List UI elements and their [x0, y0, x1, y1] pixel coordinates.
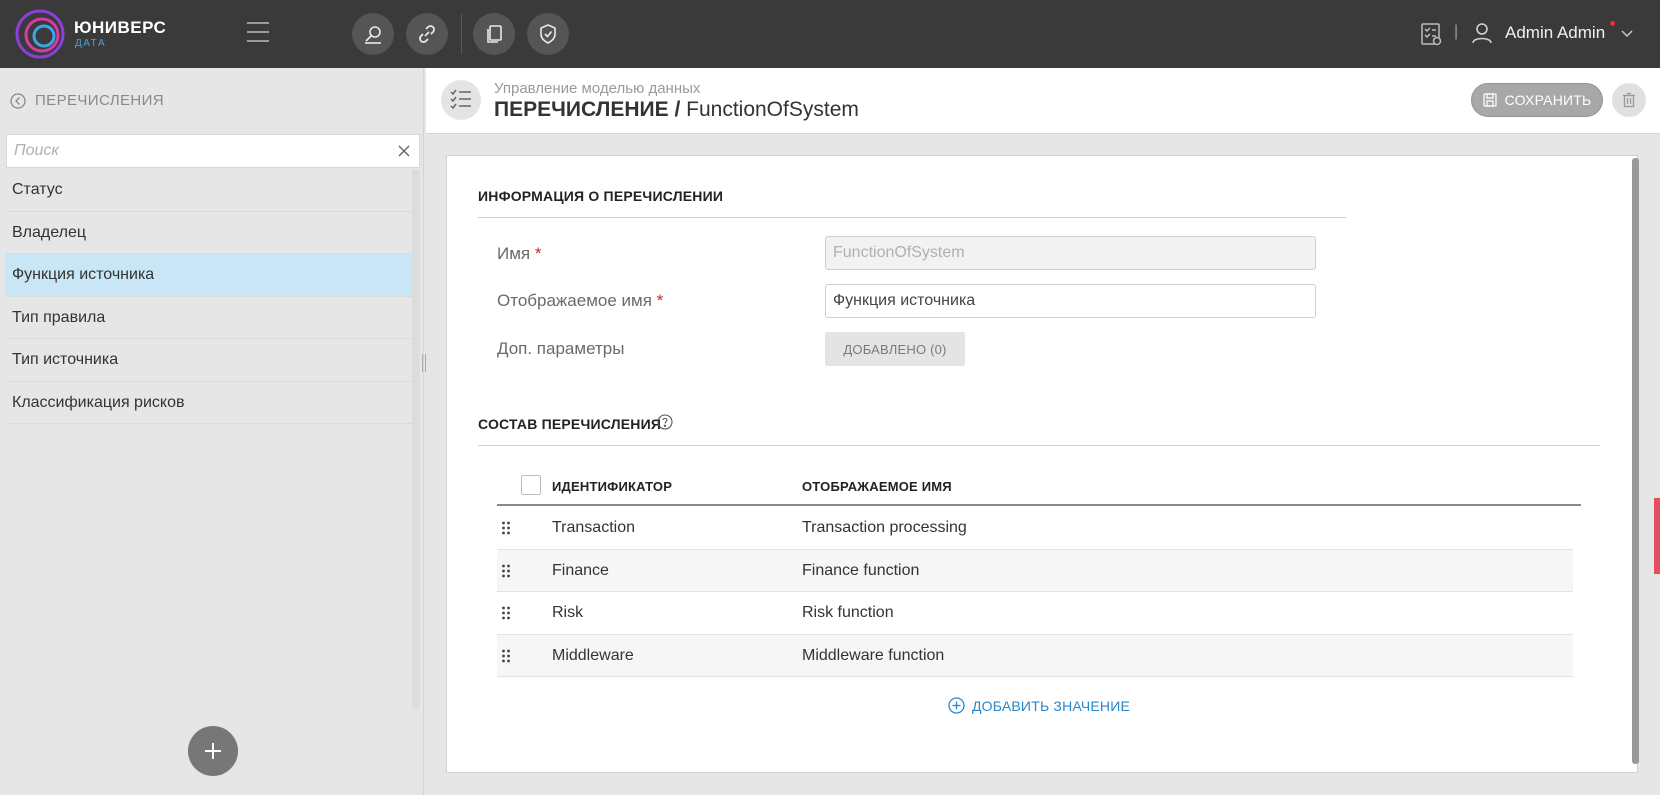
logo-icon[interactable]: [14, 8, 66, 60]
tasks-icon[interactable]: [1419, 22, 1443, 46]
menu-icon[interactable]: [247, 22, 269, 42]
chevron-down-icon[interactable]: [1620, 26, 1634, 40]
save-label: СОХРАНИТЬ: [1504, 92, 1592, 108]
link-icon: [419, 25, 435, 43]
shield-icon: [540, 24, 556, 44]
drag-handle-icon[interactable]: [501, 606, 511, 620]
row-identifier: Transaction: [552, 519, 635, 536]
sidebar-item-status[interactable]: Статус: [6, 169, 412, 212]
column-display-name[interactable]: ОТОБРАЖАЕМОЕ ИМЯ: [802, 479, 952, 494]
top-bar: ЮНИВЕРС ДАТА | Admin Admin: [0, 0, 1660, 68]
header-divider: |: [1454, 23, 1459, 40]
help-icon[interactable]: [657, 414, 673, 430]
row-display-name: Middleware function: [802, 646, 945, 664]
back-to-enumerations[interactable]: ПЕРЕЧИСЛЕНИЯ: [10, 92, 164, 109]
display-name-label: Отображаемое имя *: [497, 291, 663, 311]
composition-section-divider: [478, 445, 1600, 446]
link-button[interactable]: [406, 13, 448, 55]
table-row[interactable]: Finance Finance function: [497, 549, 1573, 592]
column-identifier[interactable]: ИДЕНТИФИКАТОР: [552, 479, 672, 494]
user-icon[interactable]: [1470, 21, 1494, 45]
sidebar: ПЕРЕЧИСЛЕНИЯ Статус Владелец Функция ист…: [0, 68, 424, 795]
name-label: Имя *: [497, 244, 541, 264]
add-enumeration-button[interactable]: [188, 726, 238, 776]
display-name-field[interactable]: Функция источника: [825, 284, 1316, 318]
back-label: ПЕРЕЧИСЛЕНИЯ: [35, 92, 165, 109]
sidebar-item-rule-type[interactable]: Тип правила: [6, 297, 412, 339]
user-name[interactable]: Admin Admin: [1505, 23, 1605, 43]
page-title: ПЕРЕЧИСЛЕНИЕ / FunctionOfSystem: [494, 98, 859, 122]
required-mark: *: [534, 244, 542, 263]
brand-name: ЮНИВЕРС: [74, 18, 167, 37]
row-display-name: Risk function: [802, 604, 894, 621]
drag-handle-icon[interactable]: [501, 564, 511, 578]
required-mark: *: [656, 291, 664, 310]
composition-section-title: СОСТАВ ПЕРЕЧИСЛЕНИЯ: [478, 416, 662, 432]
row-identifier: Finance: [552, 561, 609, 579]
toolbar-divider: [461, 14, 462, 54]
table-row[interactable]: Middleware Middleware function: [497, 634, 1573, 677]
sidebar-item-source-type[interactable]: Тип источника: [6, 339, 412, 382]
plus-icon: [205, 743, 221, 759]
sidebar-item-source-function[interactable]: Функция источника: [6, 254, 412, 297]
page-title-type: ПЕРЕЧИСЛЕНИЕ /: [494, 98, 681, 121]
save-icon: [1482, 93, 1497, 107]
panel-splitter[interactable]: [422, 354, 426, 372]
info-section-title: ИНФОРМАЦИЯ О ПЕРЕЧИСЛЕНИИ: [478, 188, 724, 204]
row-display-name: Transaction processing: [802, 519, 967, 536]
delete-button[interactable]: [1612, 83, 1646, 117]
security-button[interactable]: [527, 13, 569, 55]
brand-sub: ДАТА: [75, 38, 107, 49]
breadcrumb[interactable]: Управление моделью данных: [494, 80, 700, 97]
select-all-checkbox[interactable]: [521, 475, 541, 495]
trash-icon: [1623, 92, 1635, 108]
sidebar-scrollbar[interactable]: [412, 169, 420, 709]
close-icon[interactable]: [397, 144, 411, 158]
info-section-divider: [478, 217, 1346, 218]
search-box: [6, 134, 420, 168]
display-name-label-text: Отображаемое имя: [497, 291, 652, 310]
back-arrow-icon: [10, 92, 26, 109]
checklist-icon: [441, 80, 481, 120]
table-row[interactable]: Transaction Transaction processing: [497, 507, 1573, 550]
side-marker: [1654, 498, 1660, 574]
row-identifier: Middleware: [552, 646, 634, 664]
add-value-button[interactable]: ДОБАВИТЬ ЗНАЧЕНИЕ: [948, 697, 1130, 714]
copy-button[interactable]: [473, 13, 515, 55]
add-circle-icon: [948, 697, 965, 714]
row-identifier: Risk: [552, 604, 584, 621]
sidebar-item-risk-classification[interactable]: Классификация рисков: [6, 382, 412, 424]
extra-params-button[interactable]: ДОБАВЛЕНО (0): [825, 332, 965, 366]
page-title-name: FunctionOfSystem: [686, 98, 859, 121]
sidebar-item-owner[interactable]: Владелец: [6, 212, 412, 254]
content-scrollbar[interactable]: [1632, 158, 1639, 764]
name-field[interactable]: FunctionOfSystem: [825, 236, 1316, 270]
extra-params-label: Доп. параметры: [497, 339, 625, 358]
drag-handle-icon[interactable]: [501, 649, 511, 663]
drag-handle-icon[interactable]: [501, 521, 511, 535]
name-label-text: Имя: [497, 244, 531, 263]
copy-icon: [487, 25, 502, 43]
search-data-icon: [365, 26, 381, 44]
add-value-label: ДОБАВИТЬ ЗНАЧЕНИЕ: [972, 697, 1131, 714]
row-display-name: Finance function: [802, 561, 920, 579]
table-row[interactable]: Risk Risk function: [497, 592, 1573, 635]
search-input[interactable]: [7, 135, 377, 167]
enumeration-list: Статус Владелец Функция источника Тип пр…: [6, 169, 412, 424]
search-data-button[interactable]: [352, 13, 394, 55]
save-button[interactable]: СОХРАНИТЬ: [1471, 83, 1603, 117]
values-table-header: ИДЕНТИФИКАТОР ОТОБРАЖАЕМОЕ ИМЯ: [497, 471, 1581, 506]
page-header: Управление моделью данных ПЕРЕЧИСЛЕНИЕ /…: [426, 68, 1660, 134]
notification-dot: [1610, 21, 1615, 26]
